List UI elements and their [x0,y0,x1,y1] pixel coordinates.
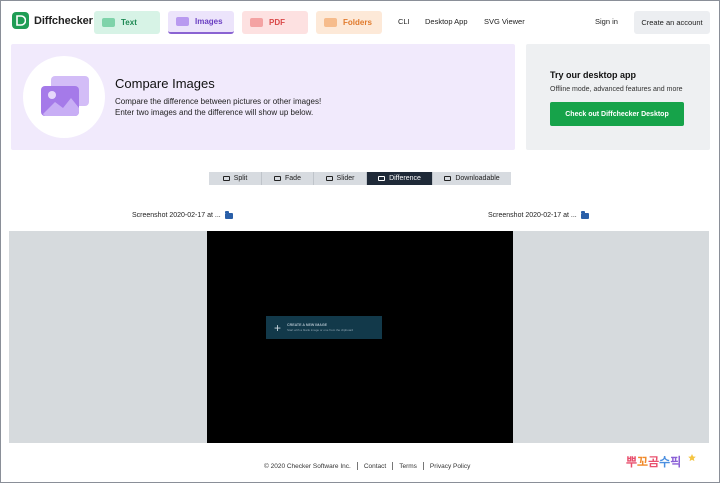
mode-slider-label: Slider [336,175,355,182]
folders-icon [324,18,337,27]
promo-subtitle: Offline mode, advanced features and more [550,86,683,93]
footer-divider [356,462,358,470]
promo-title: Try our desktop app [550,70,637,80]
right-file-name: Screenshot 2020-02-17 at ... [488,212,577,219]
image-diff-viewer: + CREATE A NEW IMAGE Start with a blank … [9,231,709,443]
mode-split-label: Split [233,175,248,182]
desktop-app-button[interactable]: Check out Diffchecker Desktop [550,102,684,126]
view-mode-selector: Split Fade Slider Difference Downloadabl… [209,172,511,185]
mode-fade-button[interactable]: Fade [262,172,314,185]
text-icon [102,18,115,27]
footer-divider [422,462,424,470]
mode-downloadable-label: Downloadable [455,175,500,182]
diffchecker-logo-icon [12,12,29,29]
footer-divider [392,462,394,470]
tab-text-label: Text [121,18,137,27]
tab-pdf[interactable]: PDF [242,11,308,34]
images-icon [176,17,189,26]
tab-folders-label: Folders [343,18,372,27]
mode-downloadable-button[interactable]: Downloadable [433,172,511,185]
footer-contact-link[interactable]: Contact [364,463,386,470]
diff-highlight-region: + CREATE A NEW IMAGE Start with a blank … [266,316,382,339]
desktop-app-promo: Try our desktop app Offline mode, advanc… [526,44,710,150]
mode-difference-button[interactable]: Difference [367,172,433,185]
svg-text:뿌꼬곰수픽: 뿌꼬곰수픽 [626,454,681,469]
right-file-label: Screenshot 2020-02-17 at ... [488,210,589,219]
pdf-icon [250,18,263,27]
hero-description-line-2: Enter two images and the difference will… [115,108,314,117]
nav-link-cli[interactable]: CLI [398,17,410,26]
left-file-name: Screenshot 2020-02-17 at ... [132,212,221,219]
folder-icon[interactable] [580,210,589,219]
mode-fade-label: Fade [285,175,301,182]
hero-banner: Compare Images Compare the difference be… [11,44,515,150]
watermark-logo: 뿌꼬곰수픽 [626,454,696,469]
hero-description-line-1: Compare the difference between pictures … [115,97,322,106]
left-file-label: Screenshot 2020-02-17 at ... [132,210,233,219]
tab-pdf-label: PDF [269,18,285,27]
brand-logo[interactable]: Diffchecker [12,12,93,29]
diff-image-subtitle: Start with a blank image or one from the… [287,328,354,332]
sign-in-link[interactable]: Sign in [595,17,618,26]
tab-images-label: Images [195,17,223,26]
difference-image: + CREATE A NEW IMAGE Start with a blank … [207,231,513,443]
mode-slider-button[interactable]: Slider [314,172,367,185]
split-icon [222,176,230,181]
create-account-button[interactable]: Create an account [634,11,710,34]
footer-privacy-link[interactable]: Privacy Policy [430,463,470,470]
nav-link-desktop-app[interactable]: Desktop App [425,17,468,26]
fade-icon [274,176,282,181]
hero-illustration [23,56,105,138]
tab-images[interactable]: Images [168,11,234,34]
difference-icon [378,176,386,181]
images-icon [41,76,89,116]
brand-name: Diffchecker [34,14,93,27]
mode-difference-label: Difference [389,175,421,182]
top-nav: Diffchecker Text Images PDF Folders CLI … [0,0,720,44]
folder-icon[interactable] [224,210,233,219]
footer-terms-link[interactable]: Terms [399,463,417,470]
tab-folders[interactable]: Folders [316,11,382,34]
nav-link-svg-viewer[interactable]: SVG Viewer [484,17,525,26]
mode-split-button[interactable]: Split [209,172,262,185]
slider-icon [325,176,333,181]
plus-icon: + [274,320,282,335]
download-icon [444,176,452,181]
footer: © 2020 Checker Software Inc. Contact Ter… [264,462,470,470]
diff-image-title: CREATE A NEW IMAGE [287,323,328,327]
page-title: Compare Images [115,76,215,91]
copyright-text: © 2020 Checker Software Inc. [264,462,351,470]
tab-text[interactable]: Text [94,11,160,34]
